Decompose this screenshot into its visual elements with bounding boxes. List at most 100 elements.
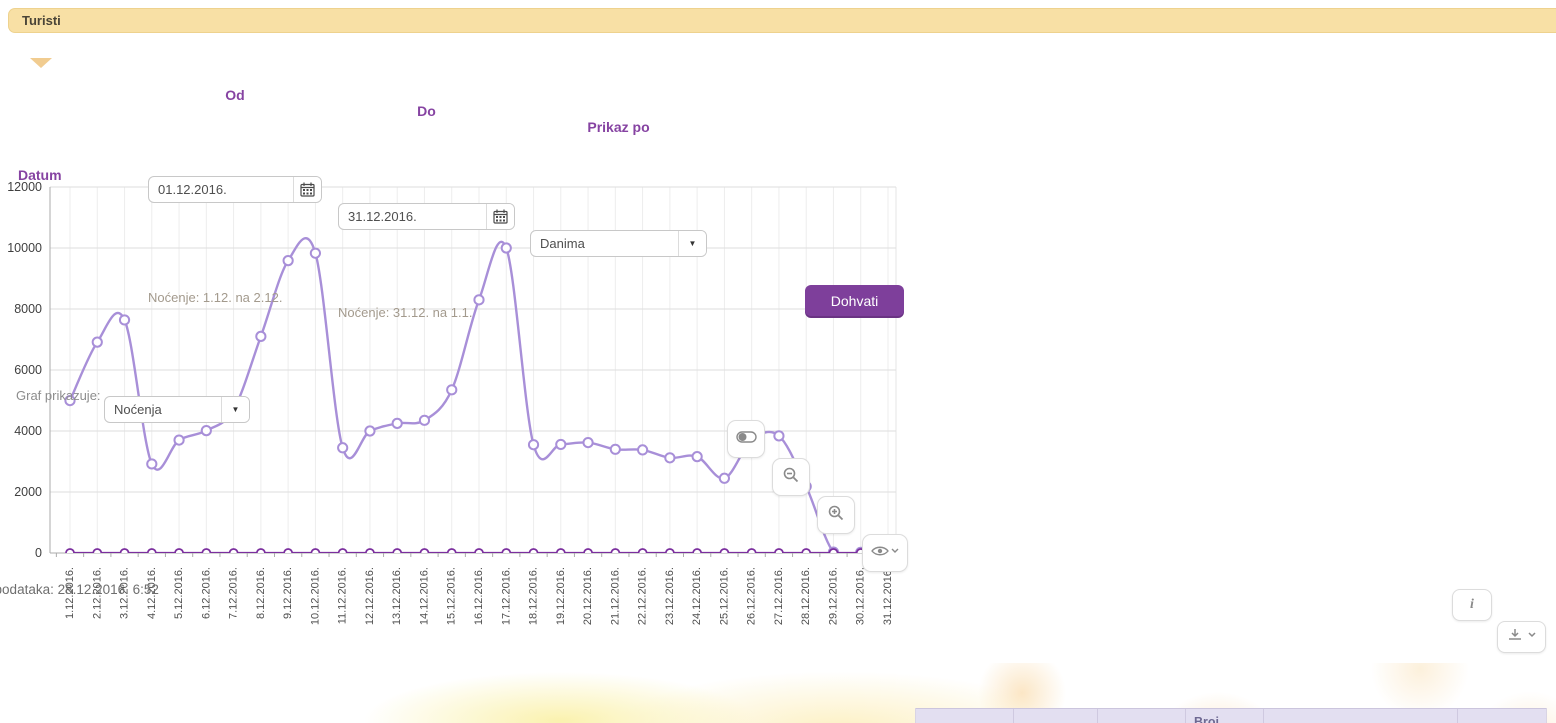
y-axis-tick-label: 4000	[14, 424, 42, 438]
data-point-marker[interactable]	[393, 419, 402, 428]
data-point-marker[interactable]	[257, 549, 265, 557]
data-point-marker[interactable]	[365, 426, 374, 435]
data-point-marker[interactable]	[93, 338, 102, 347]
zoom-out-icon	[783, 467, 799, 488]
data-point-marker[interactable]	[311, 249, 320, 258]
date-to-field[interactable]: 31.12.2016.	[338, 203, 515, 230]
series-nocenja15	[66, 549, 892, 557]
data-point-marker[interactable]	[748, 549, 756, 557]
zoom-out-button[interactable]	[772, 458, 810, 496]
data-point-marker[interactable]	[556, 440, 565, 449]
column-header-dolasci-15[interactable]: Dolasci'15	[1264, 709, 1458, 723]
do-label: Do	[338, 103, 515, 119]
visibility-menu-button[interactable]	[862, 534, 908, 572]
data-point-marker[interactable]	[284, 549, 292, 557]
data-point-marker[interactable]	[420, 416, 429, 425]
data-point-marker[interactable]	[666, 549, 674, 557]
data-point-marker[interactable]	[502, 549, 510, 557]
column-label[interactable]: Broj turista	[1194, 715, 1244, 723]
data-point-marker[interactable]	[366, 549, 374, 557]
tab-title: Turisti	[22, 13, 61, 28]
chevron-down-icon[interactable]: ▼	[679, 231, 706, 256]
data-point-marker[interactable]	[693, 452, 702, 461]
y-axis-tick-label: 8000	[14, 302, 42, 316]
info-button[interactable]: i	[1452, 589, 1492, 621]
eye-icon	[871, 544, 899, 563]
data-point-marker[interactable]	[665, 453, 674, 462]
data-point-marker[interactable]	[583, 438, 592, 447]
prikaz-po-label: Prikaz po	[530, 119, 707, 135]
data-point-marker[interactable]	[720, 549, 728, 557]
data-point-marker[interactable]	[202, 426, 211, 435]
data-point-marker[interactable]	[284, 256, 293, 265]
graf-prikazuje-value[interactable]: Noćenja	[105, 397, 222, 422]
data-point-marker[interactable]	[611, 549, 619, 557]
toggle-icon	[736, 430, 757, 448]
graf-prikazuje-select[interactable]: Noćenja ▼	[104, 396, 250, 423]
data-point-marker[interactable]	[148, 549, 156, 557]
prikaz-po-select[interactable]: Danima ▼	[530, 230, 707, 257]
chevron-down-icon[interactable]: ▼	[222, 397, 249, 422]
data-point-marker[interactable]	[202, 549, 210, 557]
data-point-marker[interactable]	[611, 445, 620, 454]
date-from-field[interactable]: 01.12.2016.	[148, 176, 322, 203]
data-point-marker[interactable]	[693, 549, 701, 557]
download-icon	[1507, 628, 1537, 647]
data-point-marker[interactable]	[147, 459, 156, 468]
data-point-marker[interactable]	[775, 549, 783, 557]
y-axis-tick-label: 10000	[7, 241, 42, 255]
dohvati-button[interactable]: Dohvati	[805, 285, 904, 316]
data-point-marker[interactable]	[584, 549, 592, 557]
table-header-row: DatumDolasciNoćenja Broj turista Dolasci'1…	[916, 708, 1546, 723]
data-point-marker[interactable]	[256, 332, 265, 341]
data-point-marker[interactable]	[448, 549, 456, 557]
column-header-datum[interactable]: Datum	[916, 709, 1014, 723]
tab-pointer-arrow	[30, 58, 52, 68]
prikaz-po-value[interactable]: Danima	[531, 231, 679, 256]
data-point-marker[interactable]	[66, 549, 74, 557]
column-header-no-enja[interactable]: Noćenja	[1098, 709, 1186, 723]
data-point-marker[interactable]	[311, 549, 319, 557]
calendar-icon[interactable]	[487, 204, 514, 229]
page: Turisti Od Do Prikaz po Datum 01.12.2016…	[0, 0, 1556, 723]
export-menu-button[interactable]	[1497, 621, 1546, 653]
date-from-value[interactable]: 01.12.2016.	[149, 177, 294, 202]
date-to-value[interactable]: 31.12.2016.	[339, 204, 487, 229]
data-point-marker[interactable]	[774, 431, 783, 440]
zoom-in-icon	[828, 505, 844, 526]
toggle-button[interactable]	[727, 420, 765, 458]
calendar-icon[interactable]	[294, 177, 321, 202]
od-label: Od	[148, 87, 322, 103]
data-point-marker[interactable]	[475, 549, 483, 557]
data-point-marker[interactable]	[829, 549, 837, 557]
data-point-marker[interactable]	[529, 440, 538, 449]
y-axis-tick-label: 2000	[14, 485, 42, 499]
data-point-marker[interactable]	[338, 443, 347, 452]
column-header-broj-turista[interactable]: Broj turista	[1186, 709, 1264, 723]
data-point-marker[interactable]	[420, 549, 428, 557]
data-point-marker[interactable]	[802, 549, 810, 557]
y-axis-tick-label: 0	[35, 546, 42, 560]
data-point-marker[interactable]	[174, 435, 183, 444]
data-point-marker[interactable]	[502, 243, 511, 252]
line-chart[interactable]: 0200040006000800010000120001.12.2016.2.1…	[0, 180, 910, 677]
data-point-marker[interactable]	[638, 445, 647, 454]
column-header-dolasci[interactable]: Dolasci	[1014, 709, 1098, 723]
data-point-marker[interactable]	[175, 549, 183, 557]
data-point-marker[interactable]	[93, 549, 101, 557]
zoom-in-button[interactable]	[817, 496, 855, 534]
data-point-marker[interactable]	[230, 549, 238, 557]
data-point-marker[interactable]	[339, 549, 347, 557]
column-header-no-enja-15[interactable]: Noćenja'15	[1458, 709, 1546, 723]
data-point-marker[interactable]	[557, 549, 565, 557]
data-point-marker[interactable]	[120, 315, 129, 324]
data-point-marker[interactable]	[393, 549, 401, 557]
y-axis-tick-label: 6000	[14, 363, 42, 377]
data-point-marker[interactable]	[530, 549, 538, 557]
data-point-marker[interactable]	[720, 474, 729, 483]
data-point-marker[interactable]	[639, 549, 647, 557]
do-note: Noćenje: 31.12. na 1.1.	[338, 305, 1556, 320]
data-point-marker[interactable]	[121, 549, 129, 557]
info-icon: i	[1470, 597, 1474, 613]
turisti-tab[interactable]: Turisti	[8, 8, 1556, 33]
